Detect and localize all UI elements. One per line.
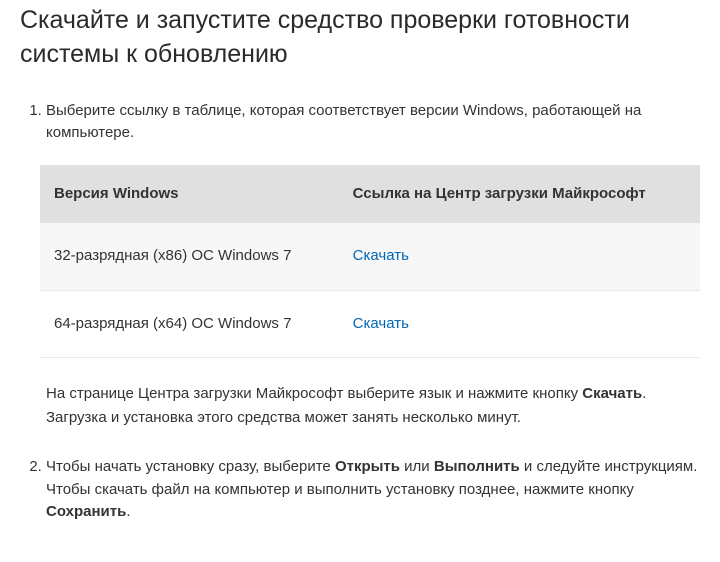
step-1: Выберите ссылку в таблице, которая соотв… <box>46 100 700 431</box>
step-1-note: На странице Центра загрузки Майкрософт в… <box>46 382 700 430</box>
download-link-x86[interactable]: Скачать <box>353 247 409 264</box>
col-link-header: Ссылка на Центр загрузки Майкрософт <box>339 165 700 224</box>
step-2-text: . <box>126 503 130 520</box>
step-2-text: Чтобы начать установку сразу, выберите <box>46 458 335 475</box>
link-cell: Скачать <box>339 223 700 290</box>
step-2-text: или <box>400 458 434 475</box>
download-table: Версия Windows Ссылка на Центр загрузки … <box>40 165 700 359</box>
download-table-wrapper: Версия Windows Ссылка на Центр загрузки … <box>40 165 700 359</box>
link-cell: Скачать <box>339 290 700 358</box>
step-2-bold-save: Сохранить <box>46 503 126 520</box>
step-2-bold-run: Выполнить <box>434 458 520 475</box>
table-row: 32-разрядная (x86) ОС Windows 7 Скачать <box>40 223 700 290</box>
table-row: 64-разрядная (x64) ОС Windows 7 Скачать <box>40 290 700 358</box>
note-text: На странице Центра загрузки Майкрософт в… <box>46 385 582 402</box>
table-header-row: Версия Windows Ссылка на Центр загрузки … <box>40 165 700 224</box>
version-cell: 64-разрядная (x64) ОС Windows 7 <box>40 290 339 358</box>
version-cell: 32-разрядная (x86) ОС Windows 7 <box>40 223 339 290</box>
step-2: Чтобы начать установку сразу, выберите О… <box>46 456 700 524</box>
step-2-bold-open: Открыть <box>335 458 400 475</box>
steps-list: Выберите ссылку в таблице, которая соотв… <box>20 100 700 524</box>
download-link-x64[interactable]: Скачать <box>353 315 409 332</box>
col-version-header: Версия Windows <box>40 165 339 224</box>
step-1-intro: Выберите ссылку в таблице, которая соотв… <box>46 102 641 142</box>
note-bold-download: Скачать <box>582 385 642 402</box>
page-title: Скачайте и запустите средство проверки г… <box>20 4 700 72</box>
